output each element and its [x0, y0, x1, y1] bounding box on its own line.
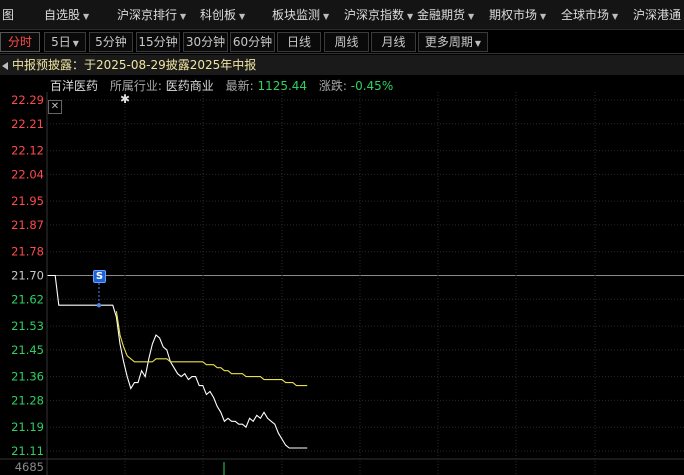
tab-label: 15分钟: [138, 35, 178, 49]
announcement-text: 中报预披露：于2025-08-29披露2025年中报: [12, 58, 257, 72]
menu-item-label: 沪深京排行: [117, 8, 178, 22]
y-tick-label: 21.28: [11, 393, 44, 407]
close-icon[interactable]: ✕: [48, 100, 62, 114]
stock-name: 百洋医药: [50, 79, 99, 93]
s-marker-icon[interactable]: S: [93, 270, 106, 283]
average-line: [115, 311, 308, 387]
volume-label: 4685: [15, 460, 44, 474]
tab-0[interactable]: 分时: [0, 32, 40, 52]
menu-item-label: 期权市场: [489, 8, 538, 22]
menu-item-3[interactable]: 科创板 ▼: [196, 0, 249, 29]
chevron-down-icon: ▼: [474, 39, 482, 48]
chevron-down-icon: ▼: [83, 12, 90, 21]
chevron-down-icon: ▼: [323, 12, 330, 21]
tab-label: 30分钟: [185, 35, 226, 49]
y-tick-label: 21.87: [11, 218, 44, 232]
industry-label: 所属行业:: [109, 79, 162, 93]
tab-label: 周线: [334, 35, 359, 49]
chevron-down-icon: ▼: [612, 12, 619, 21]
tab-label: 60分钟: [232, 35, 273, 49]
tab-6[interactable]: 日线: [277, 32, 321, 52]
y-tick-label: 21.78: [11, 245, 44, 259]
tab-label: 5分钟: [95, 35, 127, 49]
tab-5[interactable]: 60分钟: [230, 32, 275, 52]
tab-1[interactable]: 5日 ▼: [44, 32, 86, 52]
chevron-down-icon: ▼: [468, 12, 475, 21]
latest-label: 最新:: [225, 79, 254, 93]
y-tick-label: 22.21: [11, 117, 44, 131]
menu-item-4[interactable]: 板块监测 ▼: [268, 0, 333, 29]
y-tick-label: 21.11: [11, 444, 44, 458]
y-tick-label: 22.12: [11, 144, 44, 158]
menu-item-label: 沪深京指数: [344, 8, 405, 22]
tab-4[interactable]: 30分钟: [183, 32, 228, 52]
y-tick-label: 21.95: [11, 194, 44, 208]
y-tick-label: 22.29: [11, 93, 44, 107]
tab-label: 更多周期: [424, 35, 473, 49]
announcement-bar[interactable]: 中报预披露：于2025-08-29披露2025年中报: [0, 55, 684, 75]
menu-item-label: 全球市场: [561, 8, 610, 22]
top-menu-bar: 图自选股 ▼ 沪深京排行 ▼ 科创板 ▼ 板块监测 ▼ 沪深京指数 ▼ 金融期货 ▼ 期权市场 ▼ 全球市场…: [0, 0, 684, 30]
tab-label: 月线: [381, 35, 406, 49]
chevron-down-icon: ▼: [180, 12, 187, 21]
y-tick-label: 21.45: [11, 343, 44, 357]
y-tick-label: 21.62: [11, 292, 44, 306]
menu-item-label: 科创板: [200, 8, 237, 22]
menu-item-6[interactable]: 金融期货 ▼: [413, 0, 478, 29]
menu-item-1[interactable]: 自选股 ▼: [40, 0, 93, 29]
menu-item-label: 金融期货: [417, 8, 466, 22]
tab-3[interactable]: 15分钟: [136, 32, 180, 52]
menu-item-label: 板块监测: [272, 8, 321, 22]
menu-item-label: 自选股: [44, 8, 81, 22]
menu-item-5[interactable]: 沪深京指数 ▼: [340, 0, 417, 29]
y-tick-label: 21.70: [11, 269, 44, 283]
y-tick-label: 21.53: [11, 319, 44, 333]
menu-item-7[interactable]: 期权市场 ▼: [485, 0, 550, 29]
tab-2[interactable]: 5分钟: [89, 32, 133, 52]
menu-item-2[interactable]: 沪深京排行 ▼: [113, 0, 190, 29]
s-marker-dot: [96, 303, 102, 308]
collapse-arrow-icon[interactable]: [2, 61, 8, 70]
y-tick-label: 21.19: [11, 420, 44, 434]
menu-item-8[interactable]: 全球市场 ▼: [557, 0, 622, 29]
menu-item-label: 沪深港通: [633, 8, 682, 22]
tab-8[interactable]: 月线: [371, 32, 416, 52]
tab-label: 5日: [51, 35, 71, 49]
tab-9[interactable]: 更多周期 ▼: [418, 32, 488, 52]
chevron-down-icon: ▼: [72, 39, 79, 48]
y-tick-label: 22.04: [11, 167, 44, 181]
chevron-down-icon: ▼: [540, 12, 547, 21]
intraday-chart[interactable]: 22.29 22.21 22.12 22.04 21.95 21.87 21.78 21.70…: [0, 92, 684, 475]
menu-item-0[interactable]: 图: [0, 0, 18, 29]
tab-7[interactable]: 周线: [324, 32, 369, 52]
latest-value: 1125.44: [257, 79, 308, 93]
star-marker-icon: ✱: [120, 92, 131, 106]
period-tab-bar: 分时 5日 ▼ 5分钟 15分钟 30分钟 60分钟 日线 周线 月线 更多周期 ▼: [0, 30, 684, 54]
industry-value: 医药商业: [165, 79, 214, 93]
y-tick-label: 21.36: [11, 370, 44, 384]
menu-item-9[interactable]: 沪深港通: [629, 0, 684, 29]
change-value: -0.45%: [350, 79, 394, 93]
tab-label: 日线: [286, 35, 311, 49]
change-label: 涨跌:: [318, 79, 347, 93]
tab-label: 分时: [7, 35, 32, 49]
chevron-down-icon: ▼: [239, 12, 246, 21]
menu-item-label: 图: [2, 8, 15, 22]
